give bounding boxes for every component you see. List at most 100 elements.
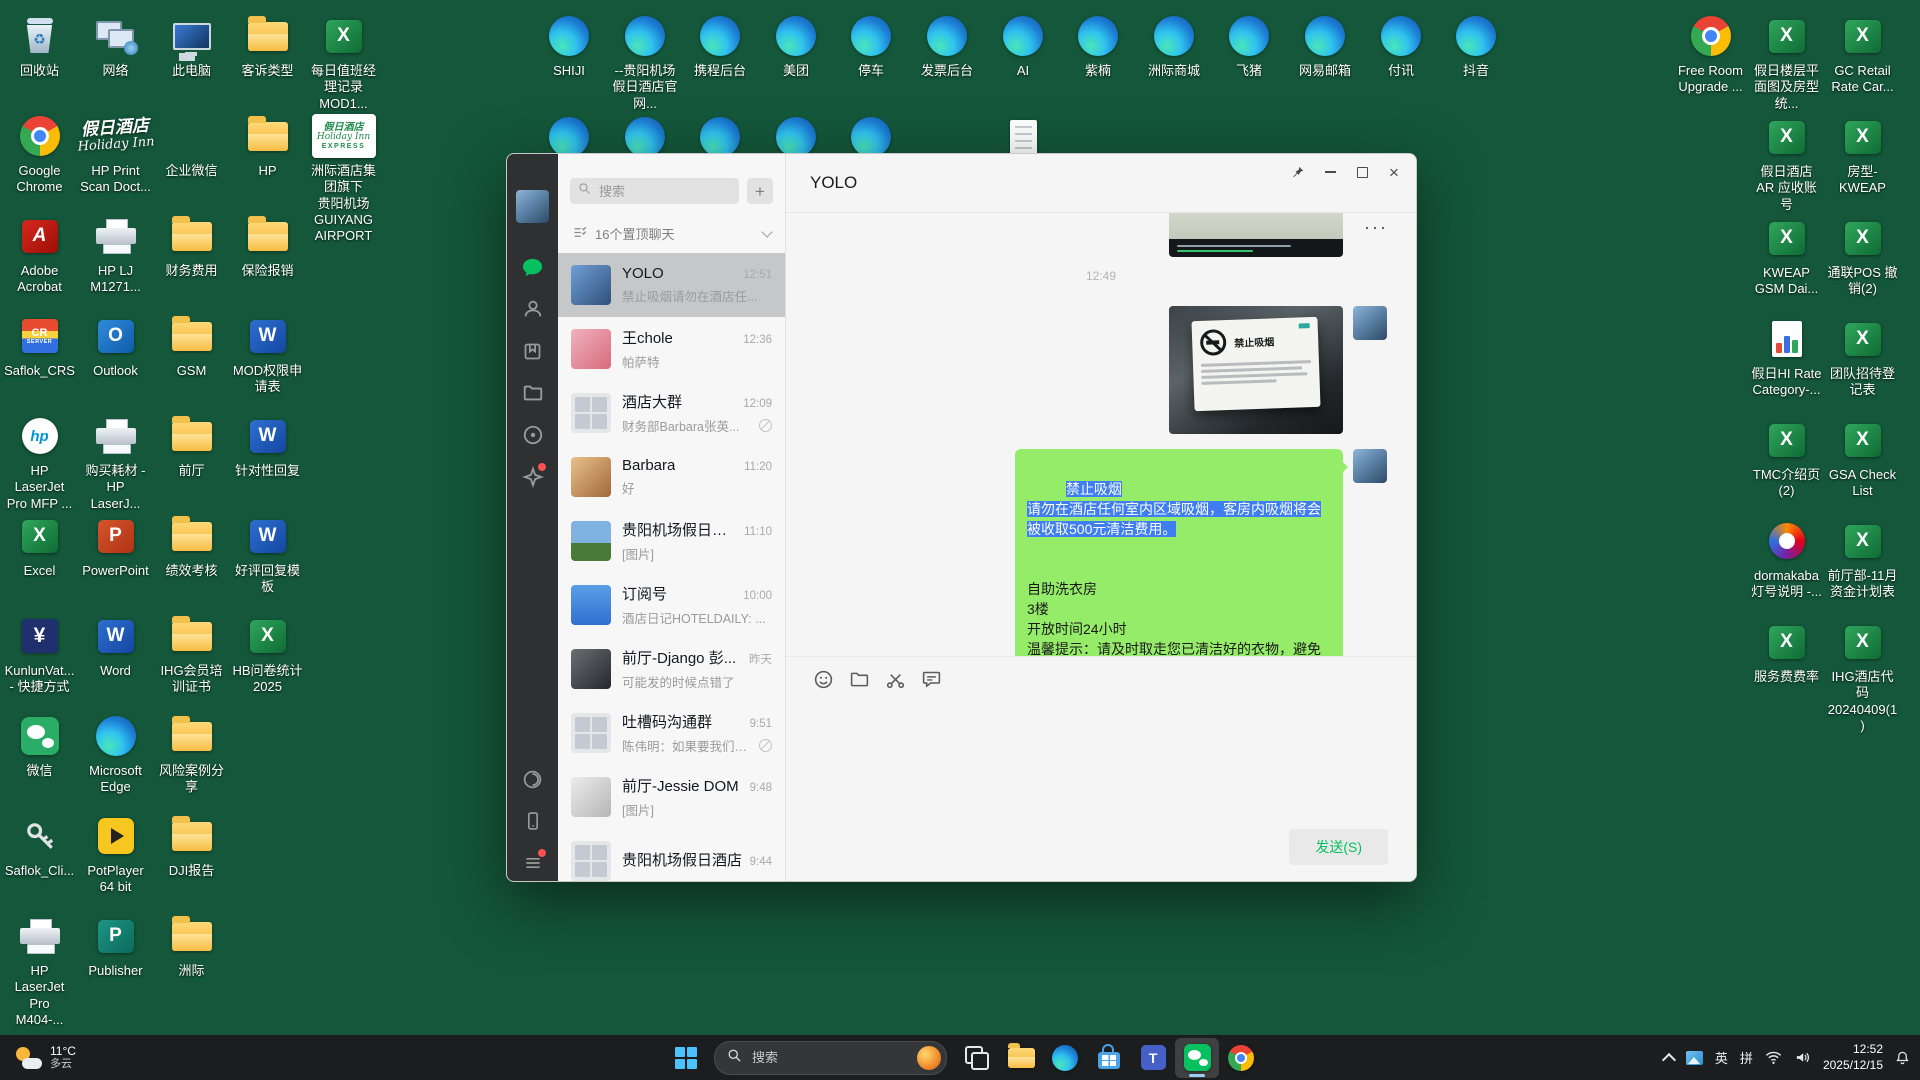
taskbar-clock[interactable]: 12:52 2025/12/15 <box>1823 1042 1883 1073</box>
nav-channels-icon[interactable] <box>507 464 558 490</box>
desktop-icon[interactable]: SHIJI <box>535 12 603 79</box>
self-avatar[interactable] <box>1353 449 1387 483</box>
desktop-icon[interactable]: dormakaba 灯号说明 -... <box>1751 517 1822 601</box>
notification-bell-icon[interactable] <box>1895 1050 1910 1066</box>
desktop-icon[interactable]: 企业微信 <box>156 112 227 179</box>
desktop-icon[interactable]: OOutlook <box>80 312 151 379</box>
taskbar-search[interactable] <box>714 1041 947 1075</box>
desktop-icon[interactable]: 假日酒店Holiday InnEXPRESS洲际酒店集团旗下 贵阳机场 GUIY… <box>308 112 379 244</box>
desktop-icon[interactable]: 绩效考核 <box>156 512 227 579</box>
desktop-icon[interactable]: PPowerPoint <box>80 512 151 579</box>
taskbar-chrome-icon[interactable] <box>1219 1038 1263 1078</box>
desktop-icon[interactable]: 风险案例分享 <box>156 712 227 796</box>
close-button[interactable]: × <box>1386 164 1402 180</box>
emoji-icon[interactable] <box>812 668 834 690</box>
desktop-icon[interactable]: 假日HI Rate Category-... <box>1751 315 1822 399</box>
desktop-icon[interactable]: 付讯 <box>1367 12 1435 79</box>
desktop-icon[interactable]: 购买耗材 - HP LaserJ... <box>80 412 151 512</box>
message-input[interactable] <box>786 701 1416 829</box>
desktop-icon[interactable]: WMOD权限申请表 <box>232 312 303 396</box>
desktop-icon[interactable]: IHG会员培训证书 <box>156 612 227 696</box>
desktop-icon[interactable]: AAdobe Acrobat <box>4 212 75 296</box>
desktop-icon[interactable]: WWord <box>80 612 151 679</box>
image-message-partial[interactable] <box>1169 213 1343 257</box>
chat-list-item[interactable]: 吐槽码沟通群9:51陈伟明：如果要我们帮... <box>558 701 785 765</box>
volume-icon[interactable] <box>1794 1050 1811 1065</box>
nav-moments-icon[interactable] <box>507 422 558 448</box>
desktop-icon[interactable]: X服务费费率 <box>1751 618 1822 685</box>
desktop-icon[interactable]: 携程后台 <box>686 12 754 79</box>
chat-list-item[interactable]: 贵阳机场假日酒...11:10[图片] <box>558 509 785 573</box>
chat-history-icon[interactable] <box>920 668 942 690</box>
chat-list-item[interactable]: YOLO12:51禁止吸烟请勿在酒店任... <box>558 253 785 317</box>
send-file-icon[interactable] <box>848 668 870 690</box>
desktop-icon[interactable]: ♻回收站 <box>4 12 75 79</box>
chat-search[interactable] <box>570 178 739 204</box>
taskbar-file-explorer-icon[interactable] <box>999 1038 1043 1078</box>
desktop-icon[interactable]: DJI报告 <box>156 812 227 879</box>
pinned-chats-header[interactable]: 16个置顶聊天 <box>558 216 785 253</box>
new-chat-button[interactable]: + <box>747 178 773 204</box>
chat-list-item[interactable]: 订阅号10:00酒店日记HOTELDAILY: ... <box>558 573 785 637</box>
desktop-icon[interactable]: ¥KunlunVat... - 快捷方式 <box>4 612 75 696</box>
desktop-icon[interactable]: X房型-KWEAP <box>1827 113 1898 197</box>
desktop-icon[interactable]: HP <box>232 112 303 179</box>
nav-contacts-icon[interactable] <box>507 296 558 322</box>
search-highlight-icon[interactable] <box>917 1046 941 1070</box>
desktop-icon[interactable]: XGC Retail Rate Car... <box>1827 12 1898 96</box>
screenshot-icon[interactable] <box>884 668 906 690</box>
desktop-icon[interactable]: HP LJ M1271... <box>80 212 151 296</box>
taskbar-search-input[interactable] <box>750 1049 909 1066</box>
nav-phone-icon[interactable] <box>507 808 558 834</box>
desktop-icon[interactable]: 此电脑 <box>156 12 227 79</box>
desktop-icon[interactable]: 微信 <box>4 712 75 779</box>
desktop-icon[interactable]: X前厅部-11月资金计划表 <box>1827 517 1898 601</box>
taskbar-task-view-icon[interactable] <box>955 1038 999 1078</box>
desktop-icon[interactable]: XHB问卷统计2025 <box>232 612 303 696</box>
desktop-icon[interactable]: W针对性回复 <box>232 412 303 479</box>
desktop-icon[interactable]: 紫楠 <box>1064 12 1132 79</box>
image-message-nosmoking[interactable]: 禁止吸烟 <box>1169 306 1343 434</box>
desktop-icon[interactable]: X假日酒店 AR 应收账号 <box>1751 113 1822 213</box>
desktop-icon[interactable]: X每日值班经理记录MOD1... <box>308 12 379 112</box>
desktop-icon[interactable]: 前厅 <box>156 412 227 479</box>
desktop-icon[interactable]: 抖音 <box>1442 12 1510 79</box>
desktop-icon[interactable]: Free Room Upgrade ... <box>1675 12 1746 96</box>
user-avatar[interactable] <box>516 190 549 223</box>
nav-files-icon[interactable] <box>507 380 558 406</box>
desktop-icon[interactable]: X团队招待登记表 <box>1827 315 1898 399</box>
desktop-icon[interactable]: 假日酒店Holiday InnHP Print Scan Doct... <box>80 112 151 196</box>
desktop-icon[interactable]: XExcel <box>4 512 75 579</box>
desktop-icon[interactable]: 财务费用 <box>156 212 227 279</box>
self-avatar[interactable] <box>1353 306 1387 340</box>
ime-language-en[interactable]: 英 <box>1715 1048 1728 1067</box>
chat-list-item[interactable]: Barbara11:20好 <box>558 445 785 509</box>
maximize-button[interactable] <box>1354 164 1370 180</box>
desktop-icon[interactable]: Microsoft Edge <box>80 712 151 796</box>
desktop-icon[interactable]: Google Chrome <box>4 112 75 196</box>
desktop-icon[interactable]: CRSERVERSaflok_CRS <box>4 312 75 379</box>
chat-search-input[interactable] <box>597 183 731 200</box>
desktop-icon[interactable]: 客诉类型 <box>232 12 303 79</box>
desktop-icon[interactable]: XTMC介绍页(2) <box>1751 416 1822 500</box>
taskbar-microsoft-store-icon[interactable] <box>1087 1038 1131 1078</box>
taskbar-edge-icon[interactable] <box>1043 1038 1087 1078</box>
tray-overflow-icon[interactable] <box>1662 1052 1676 1066</box>
send-button[interactable]: 发送(S) <box>1289 829 1388 865</box>
ime-language-pinyin[interactable]: 拼 <box>1740 1048 1753 1067</box>
desktop-icon[interactable]: PPublisher <box>80 912 151 979</box>
desktop-icon[interactable]: 洲际 <box>156 912 227 979</box>
nav-mini-programs-icon[interactable] <box>507 766 558 792</box>
nav-chats-icon[interactable] <box>507 254 558 280</box>
chat-list-item[interactable]: 前厅-Jessie DOM9:48[图片] <box>558 765 785 829</box>
taskbar-teams-icon[interactable]: T <box>1131 1038 1175 1078</box>
desktop-icon[interactable]: 飞猪 <box>1215 12 1283 79</box>
chat-list-item[interactable]: 贵阳机场假日酒店9:44 <box>558 829 785 881</box>
desktop-icon[interactable]: --贵阳机场假日酒店官网... <box>611 12 679 112</box>
pin-icon[interactable] <box>1290 164 1306 180</box>
chat-list-item[interactable]: 酒店大群12:09财务部Barbara张英... <box>558 381 785 445</box>
taskbar-wechat-icon[interactable] <box>1175 1038 1219 1078</box>
chevron-down-icon[interactable] <box>761 226 772 237</box>
desktop-icon[interactable]: XKWEAP GSM Dai... <box>1751 214 1822 298</box>
desktop-icon[interactable]: hpHP LaserJet Pro MFP ... <box>4 412 75 512</box>
